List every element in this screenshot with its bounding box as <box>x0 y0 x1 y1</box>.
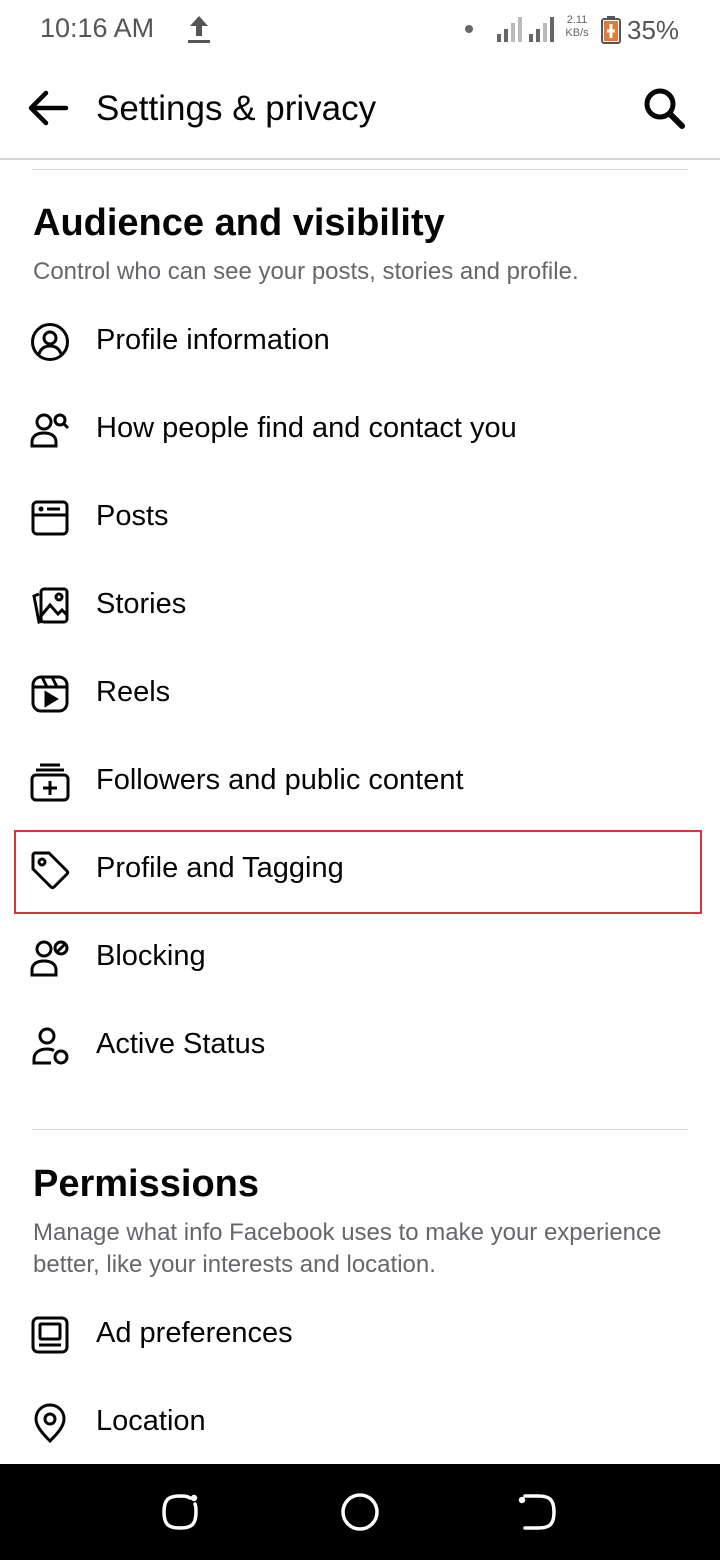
menu-item-ad-preferences[interactable]: Ad preferences <box>16 1295 700 1375</box>
back-arrow-icon[interactable] <box>24 84 72 132</box>
battery-percent: 35% <box>627 15 680 45</box>
person-status-icon <box>32 1027 69 1065</box>
tag-icon <box>31 851 70 890</box>
menu-item-label: Reels <box>96 676 171 708</box>
menu-item-location[interactable]: Location <box>16 1383 700 1463</box>
people-search-icon <box>30 413 70 448</box>
back-icon[interactable] <box>516 1490 560 1534</box>
upload-icon <box>188 16 210 43</box>
audience-section-title: Audience and visibility <box>33 202 445 244</box>
profile-circle-icon <box>31 323 69 361</box>
menu-item-stories[interactable]: Stories <box>16 566 700 646</box>
menu-item-reels[interactable]: Reels <box>16 654 700 734</box>
menu-item-label: Profile information <box>96 324 330 356</box>
system-nav-bar <box>0 1464 720 1560</box>
menu-item-posts[interactable]: Posts <box>16 478 700 558</box>
menu-item-profile-information[interactable]: Profile information <box>16 302 700 382</box>
menu-item-label: Stories <box>96 588 187 620</box>
dot-icon <box>465 25 473 33</box>
app-header: Settings & privacy <box>0 60 720 160</box>
menu-item-active-status[interactable]: Active Status <box>16 1006 700 1086</box>
permissions-section-description: Manage what info Facebook uses to make y… <box>33 1219 662 1278</box>
section-divider <box>32 169 688 170</box>
recent-apps-icon[interactable] <box>158 1490 202 1534</box>
network-speed-unit: KB/s <box>565 27 589 39</box>
section-divider <box>32 1129 688 1130</box>
permissions-section-title: Permissions <box>33 1163 259 1205</box>
stories-icon <box>32 587 69 624</box>
menu-item-label: Blocking <box>96 940 206 972</box>
location-pin-icon <box>34 1403 66 1443</box>
reels-icon <box>31 675 69 713</box>
menu-item-label: Location <box>96 1405 206 1437</box>
signal-icon <box>497 17 522 42</box>
signal-icon <box>529 17 554 42</box>
audience-section-description: Control who can see your posts, stories … <box>33 258 579 285</box>
menu-item-how-people-find-you[interactable]: How people find and contact you <box>16 390 700 470</box>
status-bar: 10:16 AM 2.11 KB/s 35% <box>0 0 720 60</box>
menu-item-label: Ad preferences <box>96 1317 293 1349</box>
menu-item-blocking[interactable]: Blocking <box>16 918 700 998</box>
home-icon[interactable] <box>338 1490 382 1534</box>
followers-icon <box>30 763 70 802</box>
page-title: Settings & privacy <box>96 89 377 128</box>
search-icon[interactable] <box>640 84 688 132</box>
post-card-icon <box>31 500 69 536</box>
status-time: 10:16 AM <box>40 13 155 43</box>
ad-preferences-icon <box>31 1316 69 1354</box>
menu-item-label: Followers and public content <box>96 764 464 796</box>
network-speed-value: 2.11 <box>566 14 588 26</box>
menu-item-label: How people find and contact you <box>96 412 517 444</box>
menu-item-label: Profile and Tagging <box>96 852 344 884</box>
person-block-icon <box>30 940 69 977</box>
menu-item-label: Active Status <box>96 1028 266 1060</box>
menu-item-label: Posts <box>96 500 169 532</box>
battery-icon <box>601 16 621 44</box>
menu-item-followers[interactable]: Followers and public content <box>16 742 700 822</box>
network-speed: 2.11 KB/s <box>561 14 593 40</box>
menu-item-profile-and-tagging[interactable]: Profile and Tagging <box>14 830 702 914</box>
